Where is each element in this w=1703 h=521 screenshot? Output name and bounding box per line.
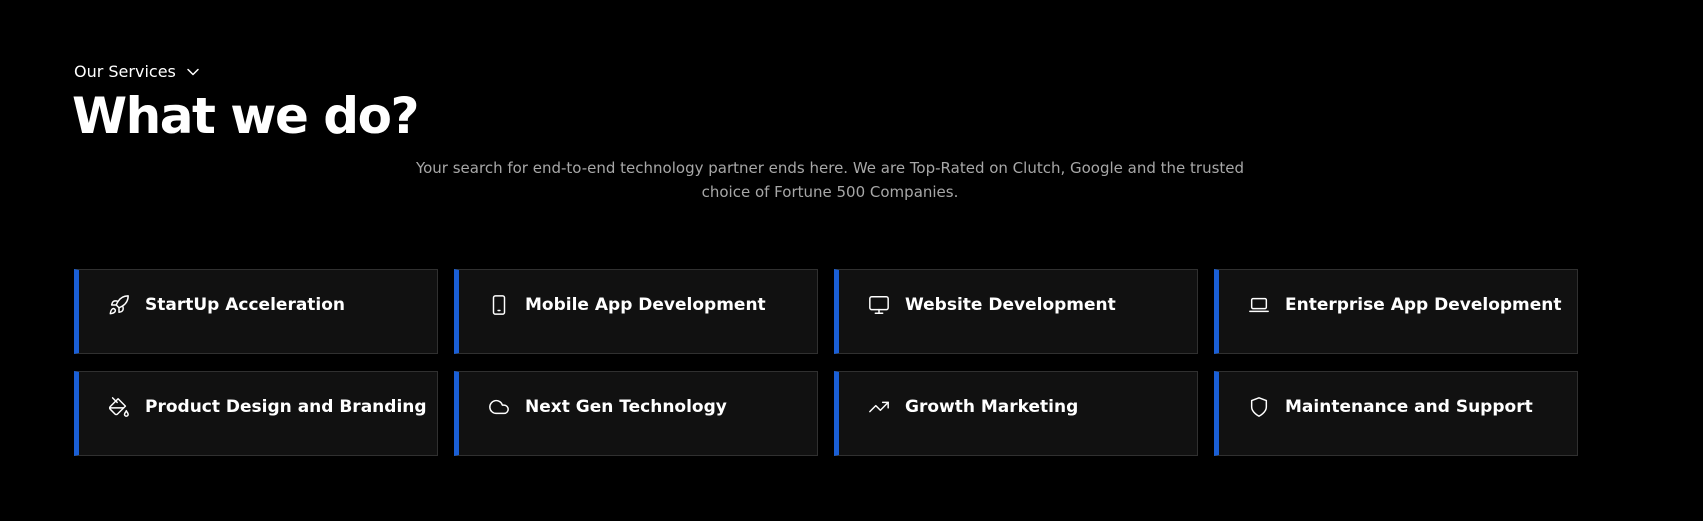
- service-label: Website Development: [905, 294, 1116, 315]
- service-label: Enterprise App Development: [1285, 294, 1562, 315]
- shield-icon: [1247, 395, 1271, 419]
- cloud-icon: [487, 395, 511, 419]
- service-label: Maintenance and Support: [1285, 396, 1533, 417]
- service-label: Next Gen Technology: [525, 396, 727, 417]
- service-card-startup-acceleration[interactable]: StartUp Acceleration: [74, 269, 438, 354]
- services-section: Our Services What we do? Your search for…: [0, 0, 1703, 521]
- chevron-down-icon: [187, 68, 199, 75]
- service-card-growth-marketing[interactable]: Growth Marketing: [834, 371, 1198, 456]
- service-card-website-development[interactable]: Website Development: [834, 269, 1198, 354]
- services-dropdown[interactable]: Our Services: [74, 62, 200, 81]
- service-card-mobile-app-development[interactable]: Mobile App Development: [454, 269, 818, 354]
- service-label: Mobile App Development: [525, 294, 766, 315]
- service-card-product-design-branding[interactable]: Product Design and Branding: [74, 371, 438, 456]
- service-label: Product Design and Branding: [145, 396, 427, 417]
- eyebrow-label: Our Services: [74, 62, 176, 81]
- service-label: StartUp Acceleration: [145, 294, 346, 315]
- rocket-icon: [107, 293, 131, 317]
- service-card-next-gen-technology[interactable]: Next Gen Technology: [454, 371, 818, 456]
- service-card-maintenance-support[interactable]: Maintenance and Support: [1214, 371, 1578, 456]
- laptop-icon: [1247, 293, 1271, 317]
- services-grid: StartUp Acceleration Mobile App Developm…: [74, 269, 1578, 456]
- service-label: Growth Marketing: [905, 396, 1079, 417]
- section-subtitle: Your search for end-to-end technology pa…: [415, 159, 1245, 201]
- monitor-icon: [867, 293, 891, 317]
- trending-up-icon: [867, 395, 891, 419]
- smartphone-icon: [487, 293, 511, 317]
- paint-bucket-icon: [107, 395, 131, 419]
- service-card-enterprise-app-development[interactable]: Enterprise App Development: [1214, 269, 1578, 354]
- section-title: What we do?: [72, 87, 419, 145]
